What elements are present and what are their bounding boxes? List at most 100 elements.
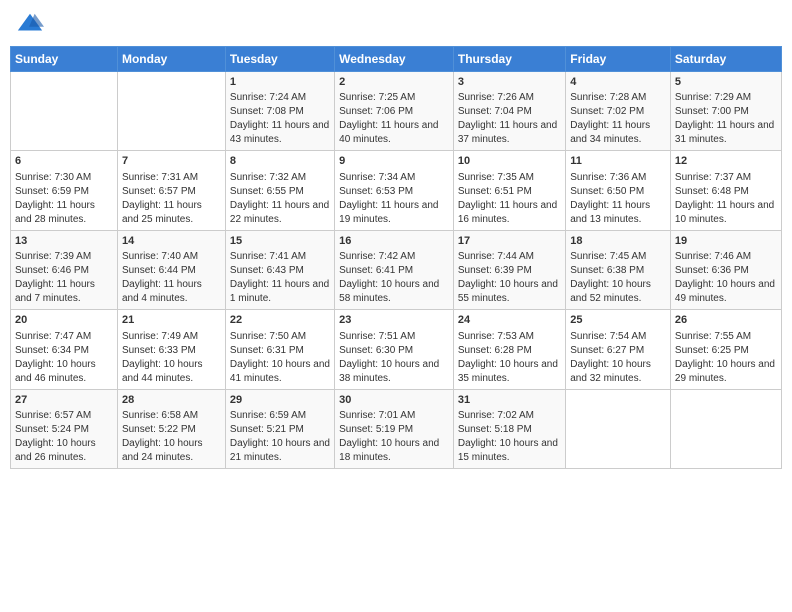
day-info: Sunset: 6:50 PM	[570, 185, 666, 199]
day-info: Sunrise: 7:35 AM	[458, 171, 561, 185]
calendar-cell: 21Sunrise: 7:49 AMSunset: 6:33 PMDayligh…	[117, 310, 225, 389]
weekday-header: Saturday	[670, 47, 781, 72]
weekday-header: Monday	[117, 47, 225, 72]
day-number: 9	[339, 154, 449, 169]
calendar-week-row: 6Sunrise: 7:30 AMSunset: 6:59 PMDaylight…	[11, 151, 782, 230]
day-info: Sunrise: 7:24 AM	[230, 91, 330, 105]
calendar-cell: 3Sunrise: 7:26 AMSunset: 7:04 PMDaylight…	[453, 72, 565, 151]
day-number: 28	[122, 393, 221, 408]
calendar-cell: 19Sunrise: 7:46 AMSunset: 6:36 PMDayligh…	[670, 230, 781, 309]
calendar-cell: 8Sunrise: 7:32 AMSunset: 6:55 PMDaylight…	[225, 151, 334, 230]
day-info: Daylight: 11 hours and 10 minutes.	[675, 199, 777, 227]
calendar-cell: 20Sunrise: 7:47 AMSunset: 6:34 PMDayligh…	[11, 310, 118, 389]
day-info: Sunrise: 7:28 AM	[570, 91, 666, 105]
calendar-week-row: 1Sunrise: 7:24 AMSunset: 7:08 PMDaylight…	[11, 72, 782, 151]
day-info: Sunset: 6:33 PM	[122, 344, 221, 358]
day-info: Daylight: 10 hours and 32 minutes.	[570, 358, 666, 386]
day-info: Sunset: 6:36 PM	[675, 264, 777, 278]
day-info: Sunset: 6:55 PM	[230, 185, 330, 199]
day-number: 2	[339, 75, 449, 90]
day-info: Daylight: 10 hours and 38 minutes.	[339, 358, 449, 386]
calendar-cell: 11Sunrise: 7:36 AMSunset: 6:50 PMDayligh…	[566, 151, 671, 230]
day-number: 31	[458, 393, 561, 408]
day-info: Daylight: 11 hours and 31 minutes.	[675, 119, 777, 147]
day-info: Sunrise: 7:41 AM	[230, 250, 330, 264]
calendar-cell: 5Sunrise: 7:29 AMSunset: 7:00 PMDaylight…	[670, 72, 781, 151]
day-info: Sunset: 6:51 PM	[458, 185, 561, 199]
calendar-cell	[566, 389, 671, 468]
day-info: Sunrise: 7:50 AM	[230, 330, 330, 344]
day-info: Sunrise: 7:25 AM	[339, 91, 449, 105]
day-info: Daylight: 10 hours and 35 minutes.	[458, 358, 561, 386]
calendar-cell: 4Sunrise: 7:28 AMSunset: 7:02 PMDaylight…	[566, 72, 671, 151]
calendar-week-row: 27Sunrise: 6:57 AMSunset: 5:24 PMDayligh…	[11, 389, 782, 468]
day-info: Daylight: 10 hours and 52 minutes.	[570, 278, 666, 306]
day-info: Sunset: 5:19 PM	[339, 423, 449, 437]
day-info: Sunrise: 7:29 AM	[675, 91, 777, 105]
day-info: Sunrise: 6:59 AM	[230, 409, 330, 423]
calendar-cell: 2Sunrise: 7:25 AMSunset: 7:06 PMDaylight…	[335, 72, 454, 151]
calendar-cell: 29Sunrise: 6:59 AMSunset: 5:21 PMDayligh…	[225, 389, 334, 468]
day-number: 4	[570, 75, 666, 90]
day-info: Sunrise: 7:49 AM	[122, 330, 221, 344]
day-info: Daylight: 10 hours and 46 minutes.	[15, 358, 113, 386]
day-info: Daylight: 10 hours and 44 minutes.	[122, 358, 221, 386]
day-info: Sunrise: 7:46 AM	[675, 250, 777, 264]
calendar-cell: 15Sunrise: 7:41 AMSunset: 6:43 PMDayligh…	[225, 230, 334, 309]
day-info: Daylight: 11 hours and 16 minutes.	[458, 199, 561, 227]
day-info: Sunrise: 7:40 AM	[122, 250, 221, 264]
day-info: Daylight: 11 hours and 4 minutes.	[122, 278, 221, 306]
day-info: Sunrise: 7:54 AM	[570, 330, 666, 344]
day-info: Sunset: 6:57 PM	[122, 185, 221, 199]
day-info: Daylight: 10 hours and 29 minutes.	[675, 358, 777, 386]
day-info: Sunrise: 7:32 AM	[230, 171, 330, 185]
calendar-cell: 22Sunrise: 7:50 AMSunset: 6:31 PMDayligh…	[225, 310, 334, 389]
calendar-cell	[11, 72, 118, 151]
day-info: Sunrise: 7:39 AM	[15, 250, 113, 264]
calendar-cell: 10 Sunrise: 7:35 AMSunset: 6:51 PMDayligh…	[453, 151, 565, 230]
calendar-cell	[117, 72, 225, 151]
day-info: Sunset: 6:39 PM	[458, 264, 561, 278]
day-info: Sunrise: 7:42 AM	[339, 250, 449, 264]
header-row: SundayMondayTuesdayWednesdayThursdayFrid…	[11, 47, 782, 72]
day-info: Daylight: 11 hours and 22 minutes.	[230, 199, 330, 227]
day-info: Sunset: 6:43 PM	[230, 264, 330, 278]
day-info: Sunrise: 7:37 AM	[675, 171, 777, 185]
day-info: Sunset: 5:22 PM	[122, 423, 221, 437]
weekday-header: Tuesday	[225, 47, 334, 72]
calendar-cell: 30Sunrise: 7:01 AMSunset: 5:19 PMDayligh…	[335, 389, 454, 468]
day-number: 13	[15, 234, 113, 249]
day-info: Sunrise: 7:34 AM	[339, 171, 449, 185]
day-info: Daylight: 10 hours and 21 minutes.	[230, 437, 330, 465]
weekday-header: Friday	[566, 47, 671, 72]
day-info: Daylight: 11 hours and 7 minutes.	[15, 278, 113, 306]
day-number: 16	[339, 234, 449, 249]
calendar-cell: 23Sunrise: 7:51 AMSunset: 6:30 PMDayligh…	[335, 310, 454, 389]
day-number: 26	[675, 313, 777, 328]
day-info: Daylight: 11 hours and 25 minutes.	[122, 199, 221, 227]
day-info: Daylight: 10 hours and 26 minutes.	[15, 437, 113, 465]
day-info: Sunrise: 6:57 AM	[15, 409, 113, 423]
day-info: Sunrise: 7:45 AM	[570, 250, 666, 264]
day-info: Sunset: 5:18 PM	[458, 423, 561, 437]
calendar-cell	[670, 389, 781, 468]
day-number: 22	[230, 313, 330, 328]
day-info: Sunset: 7:08 PM	[230, 105, 330, 119]
day-number: 11	[570, 154, 666, 169]
calendar-cell: 28Sunrise: 6:58 AMSunset: 5:22 PMDayligh…	[117, 389, 225, 468]
day-info: Sunset: 5:24 PM	[15, 423, 113, 437]
day-info: Sunset: 6:34 PM	[15, 344, 113, 358]
calendar-cell: 18Sunrise: 7:45 AMSunset: 6:38 PMDayligh…	[566, 230, 671, 309]
calendar-cell: 17Sunrise: 7:44 AMSunset: 6:39 PMDayligh…	[453, 230, 565, 309]
day-info: Sunrise: 7:44 AM	[458, 250, 561, 264]
day-number: 10	[458, 154, 561, 169]
day-number: 3	[458, 75, 561, 90]
calendar-cell: 24Sunrise: 7:53 AMSunset: 6:28 PMDayligh…	[453, 310, 565, 389]
calendar-cell: 14Sunrise: 7:40 AMSunset: 6:44 PMDayligh…	[117, 230, 225, 309]
logo	[14, 10, 44, 38]
calendar-cell: 26Sunrise: 7:55 AMSunset: 6:25 PMDayligh…	[670, 310, 781, 389]
day-info: Daylight: 11 hours and 34 minutes.	[570, 119, 666, 147]
day-number: 23	[339, 313, 449, 328]
day-number: 6	[15, 154, 113, 169]
day-info: Sunset: 6:38 PM	[570, 264, 666, 278]
